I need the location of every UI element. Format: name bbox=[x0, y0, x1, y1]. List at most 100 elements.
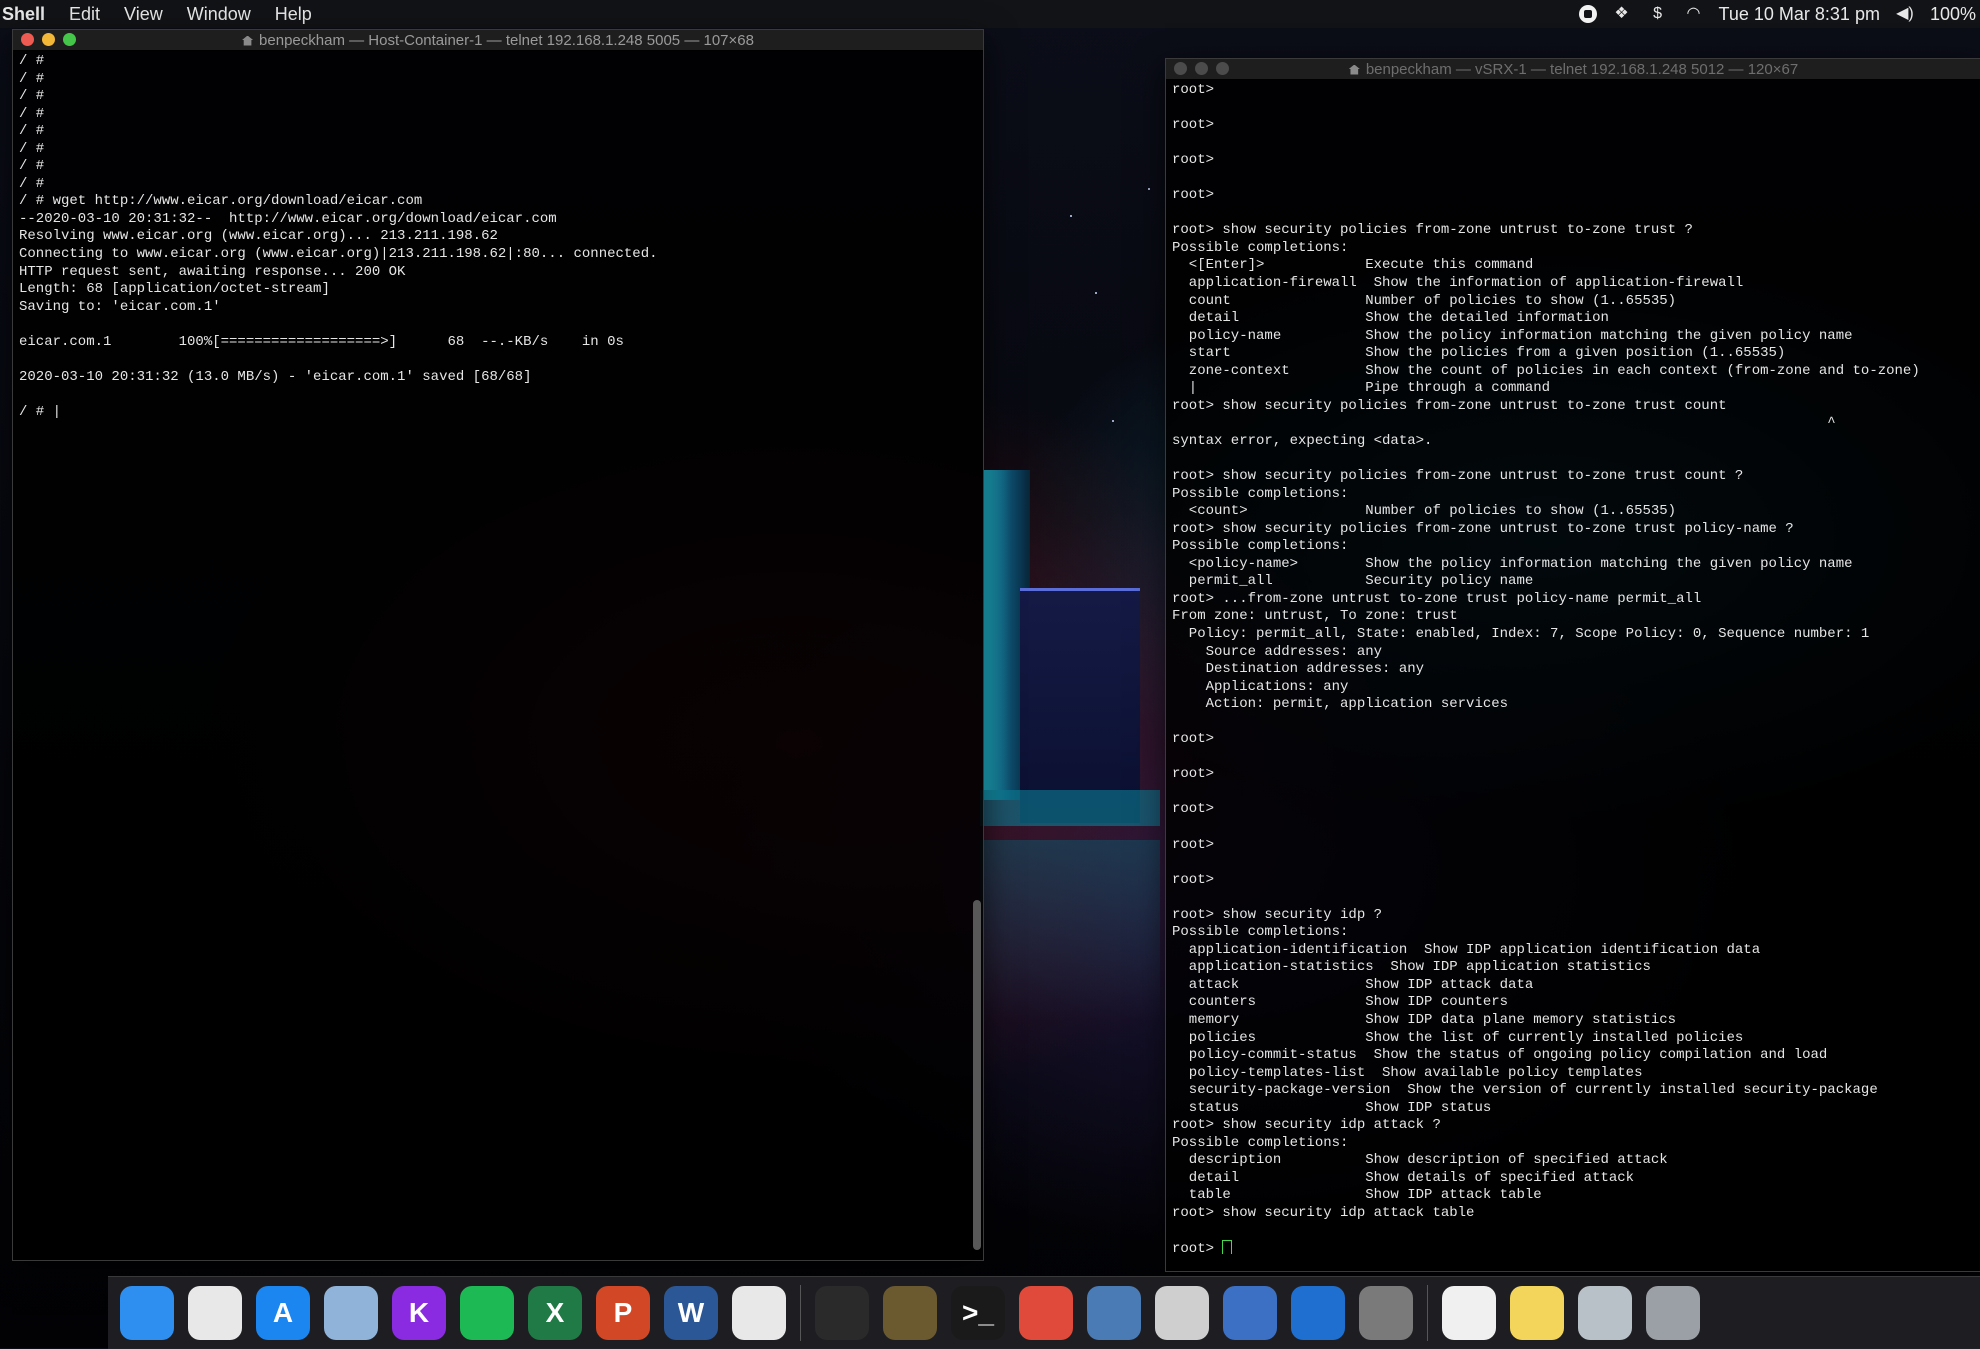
terminal-line: <policy-name> Show the policy informatio… bbox=[1172, 555, 1853, 572]
terminal-icon[interactable]: >_ bbox=[951, 1286, 1005, 1340]
terminal-line: --2020-03-10 20:31:32-- http://www.eicar… bbox=[19, 210, 557, 227]
terminal-line: Possible completions: bbox=[1172, 924, 1349, 941]
home-icon bbox=[242, 35, 254, 46]
terminal-line: Possible completions: bbox=[1172, 1134, 1349, 1151]
virtualbox-icon[interactable] bbox=[1087, 1286, 1141, 1340]
terminal-line: root> show security idp attack table bbox=[1172, 1205, 1475, 1221]
remote-desktop-icon[interactable] bbox=[1019, 1286, 1073, 1340]
chrome-icon[interactable] bbox=[732, 1286, 786, 1340]
terminal-line: zone-context Show the count of policies … bbox=[1172, 362, 1920, 379]
terminal-line: root> bbox=[1172, 801, 1215, 818]
terminal-line: root> show security idp attack ? bbox=[1172, 1117, 1441, 1134]
terminal-line: 2020-03-10 20:31:32 (13.0 MB/s) - 'eicar… bbox=[19, 368, 532, 385]
menu-help[interactable]: Help bbox=[265, 0, 326, 28]
terminal-output[interactable]: / # / # / # / # / # / # / # / # / # wget http://… bbox=[13, 51, 965, 1240]
window-titlebar[interactable]: benpeckham — vSRX-1 — telnet 192.168.1.2… bbox=[1166, 59, 1980, 80]
wifi-icon[interactable]: ◠ bbox=[1683, 4, 1705, 24]
stickies-icon[interactable] bbox=[1510, 1286, 1564, 1340]
close-button[interactable] bbox=[1174, 62, 1187, 75]
terminal-line: / # bbox=[19, 123, 45, 140]
terminal-window-host-container[interactable]: benpeckham — Host-Container-1 — telnet 1… bbox=[12, 29, 984, 1261]
terminal-prompt-line[interactable]: root> bbox=[1172, 1240, 1972, 1254]
terminal-line: policy-templates-list Show available pol… bbox=[1172, 1064, 1643, 1081]
terminal-line: root> show security policies from-zone u… bbox=[1172, 520, 1794, 537]
spotify-icon[interactable] bbox=[460, 1286, 514, 1340]
terminal-line: detail Show the detailed information bbox=[1172, 310, 1609, 327]
terminal-line: / # wget http://www.eicar.org/download/e… bbox=[19, 193, 423, 210]
terminal-line: table Show IDP attack table bbox=[1172, 1187, 1542, 1204]
menu-window[interactable]: Window bbox=[177, 0, 265, 28]
dollar-icon[interactable]: $ bbox=[1647, 4, 1669, 24]
terminal-line: root> ...from-zone untrust to-zone trust… bbox=[1172, 590, 1702, 607]
terminal-line: HTTP request sent, awaiting response... … bbox=[19, 263, 406, 280]
screenshot-icon[interactable] bbox=[1155, 1286, 1209, 1340]
window-title-text: benpeckham — vSRX-1 — telnet 192.168.1.2… bbox=[1365, 60, 1799, 78]
word-icon[interactable]: W bbox=[664, 1286, 718, 1340]
preview-icon[interactable] bbox=[324, 1286, 378, 1340]
minimize-button[interactable] bbox=[1195, 62, 1208, 75]
app-store-icon[interactable]: A bbox=[256, 1286, 310, 1340]
volume-icon[interactable]: ◀) bbox=[1894, 4, 1916, 24]
system-preferences-icon[interactable] bbox=[1359, 1286, 1413, 1340]
terminal-output[interactable]: root> root> root> root> root> show secur… bbox=[1166, 80, 1978, 1254]
terminal-line: counters Show IDP counters bbox=[1172, 994, 1509, 1011]
terminal-line: / # bbox=[19, 88, 45, 105]
shark-fin-icon[interactable] bbox=[1291, 1286, 1345, 1340]
terminal-line: description Show description of specifie… bbox=[1172, 1152, 1668, 1169]
window-controls bbox=[13, 33, 76, 46]
textedit-icon[interactable] bbox=[1442, 1286, 1496, 1340]
terminal-line: Possible completions: bbox=[1172, 538, 1349, 555]
close-button[interactable] bbox=[21, 33, 34, 46]
terminal-line: ^ bbox=[1172, 415, 1836, 432]
star bbox=[1148, 188, 1150, 190]
clock[interactable]: Tue 10 Mar 8:31 pm bbox=[1719, 4, 1880, 25]
trash-icon[interactable] bbox=[1646, 1286, 1700, 1340]
window-controls bbox=[1166, 62, 1229, 75]
terminal-prompt: root> bbox=[1172, 1241, 1223, 1254]
menu-edit[interactable]: Edit bbox=[59, 0, 114, 28]
radar-icon[interactable] bbox=[883, 1286, 937, 1340]
menu-shell[interactable]: Shell bbox=[0, 0, 59, 28]
dropbox-icon[interactable]: ❖ bbox=[1611, 4, 1633, 24]
activity-monitor-icon[interactable] bbox=[815, 1286, 869, 1340]
terminal-line: application-firewall Show the informatio… bbox=[1172, 275, 1744, 292]
wireshark-icon[interactable] bbox=[1223, 1286, 1277, 1340]
photos-icon[interactable] bbox=[188, 1286, 242, 1340]
terminal-line: memory Show IDP data plane memory statis… bbox=[1172, 1011, 1677, 1028]
terminal-line: root> bbox=[1172, 82, 1215, 98]
keynote-k-icon[interactable]: K bbox=[392, 1286, 446, 1340]
terminal-line: / # bbox=[19, 53, 45, 69]
dock: A K X P W >_ bbox=[108, 1276, 1980, 1349]
window-titlebar[interactable]: benpeckham — Host-Container-1 — telnet 1… bbox=[13, 30, 983, 51]
scrollbar-thumb[interactable] bbox=[973, 900, 981, 1250]
screen-record-icon[interactable] bbox=[1578, 5, 1597, 23]
battery-percent[interactable]: 100% bbox=[1930, 4, 1976, 25]
terminal-line: root> show security policies from-zone u… bbox=[1172, 468, 1744, 485]
terminal-line: Connecting to www.eicar.org (www.eicar.o… bbox=[19, 246, 658, 263]
terminal-window-vsrx[interactable]: benpeckham — vSRX-1 — telnet 192.168.1.2… bbox=[1165, 58, 1980, 1272]
downloads-stack-icon[interactable] bbox=[1578, 1286, 1632, 1340]
menu-view[interactable]: View bbox=[114, 0, 177, 28]
terminal-cursor bbox=[1222, 1240, 1233, 1254]
powerpoint-icon[interactable]: P bbox=[596, 1286, 650, 1340]
terminal-line: policy-commit-status Show the status of … bbox=[1172, 1047, 1828, 1064]
minimize-button[interactable] bbox=[42, 33, 55, 46]
terminal-line: application-identification Show IDP appl… bbox=[1172, 941, 1761, 958]
finder-icon[interactable] bbox=[120, 1286, 174, 1340]
terminal-line: Possible completions: bbox=[1172, 485, 1349, 502]
excel-icon[interactable]: X bbox=[528, 1286, 582, 1340]
terminal-line: / # bbox=[19, 140, 45, 157]
terminal-line: Policy: permit_all, State: enabled, Inde… bbox=[1172, 625, 1870, 642]
terminal-line: Saving to: 'eicar.com.1' bbox=[19, 298, 221, 315]
terminal-line: | Pipe through a command bbox=[1172, 380, 1551, 397]
zoom-button[interactable] bbox=[1216, 62, 1229, 75]
zoom-button[interactable] bbox=[63, 33, 76, 46]
